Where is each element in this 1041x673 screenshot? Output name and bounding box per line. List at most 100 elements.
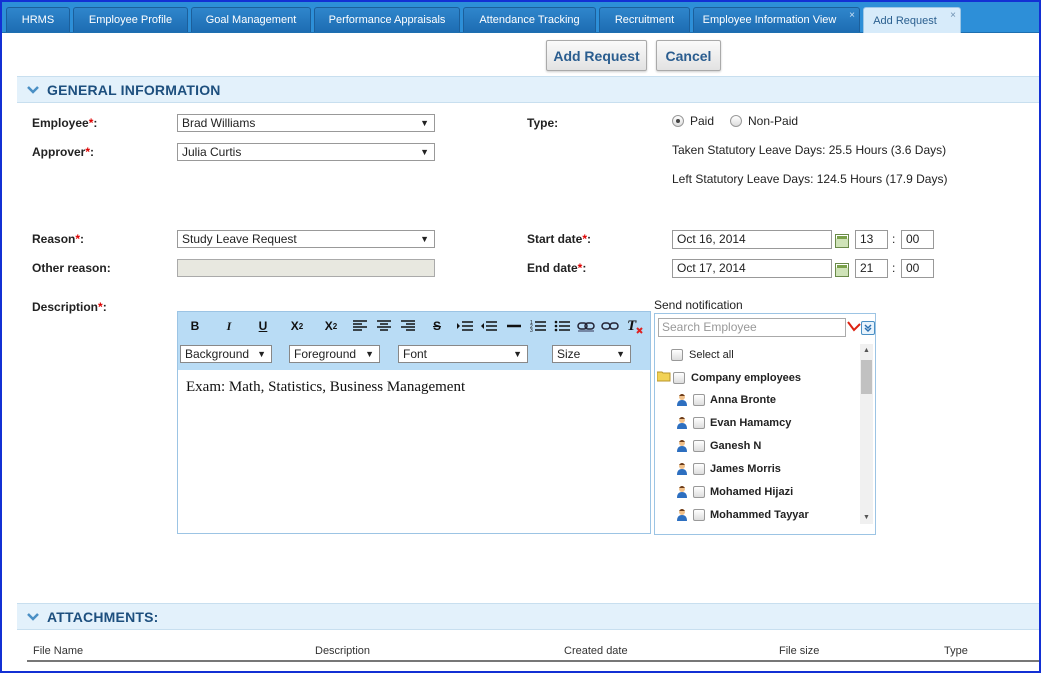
tab-recruitment[interactable]: Recruitment bbox=[599, 7, 690, 32]
clear-formatting-icon[interactable]: T bbox=[625, 317, 645, 335]
subscript-icon[interactable]: X2 bbox=[287, 317, 307, 335]
paid-radio[interactable] bbox=[672, 115, 684, 127]
folder-icon bbox=[656, 370, 671, 385]
group-checkbox[interactable] bbox=[673, 372, 685, 384]
link-icon[interactable] bbox=[576, 317, 596, 335]
superscript-icon[interactable]: X2 bbox=[321, 317, 341, 335]
end-hour-input[interactable]: 21 bbox=[855, 259, 888, 278]
select-all-checkbox[interactable] bbox=[671, 349, 683, 361]
employee-checkbox[interactable] bbox=[693, 394, 705, 406]
scroll-up-icon[interactable]: ▲ bbox=[863, 347, 870, 354]
close-icon[interactable]: × bbox=[950, 10, 956, 21]
tab-bar: HRMS Employee Profile Goal Management Pe… bbox=[2, 2, 1039, 33]
bullet-list-icon[interactable] bbox=[552, 317, 572, 335]
end-date-label: End date*: bbox=[527, 261, 587, 275]
employee-checkbox[interactable] bbox=[693, 486, 705, 498]
approver-select[interactable]: Julia Curtis ▼ bbox=[177, 143, 435, 161]
employee-select[interactable]: Brad Williams ▼ bbox=[177, 114, 435, 132]
horizontal-rule-icon[interactable] bbox=[504, 317, 524, 335]
expand-icon[interactable] bbox=[861, 321, 875, 335]
italic-icon[interactable]: I bbox=[219, 317, 239, 335]
send-notification-label: Send notification bbox=[654, 298, 743, 312]
non-paid-radio-label[interactable]: Non-Paid bbox=[748, 114, 798, 128]
employee-checkbox[interactable] bbox=[693, 417, 705, 429]
tab-label: HRMS bbox=[21, 14, 55, 26]
dropdown-arrow-icon: ▼ bbox=[257, 349, 266, 359]
strikethrough-icon[interactable]: S bbox=[427, 317, 447, 335]
employee-checkbox[interactable] bbox=[693, 463, 705, 475]
indent-icon[interactable] bbox=[455, 317, 475, 335]
font-select[interactable]: Font ▼ bbox=[398, 345, 528, 363]
dropdown-arrow-icon: ▼ bbox=[420, 234, 429, 244]
general-information-header[interactable]: GENERAL INFORMATION bbox=[17, 76, 1039, 103]
start-minute-input[interactable]: 00 bbox=[901, 230, 934, 249]
employee-checkbox[interactable] bbox=[693, 440, 705, 452]
svg-text:T: T bbox=[627, 318, 637, 334]
svg-text:3: 3 bbox=[530, 328, 533, 333]
column-header-file-name[interactable]: File Name bbox=[33, 645, 83, 657]
select-all-label[interactable]: Select all bbox=[689, 349, 734, 361]
size-select[interactable]: Size ▼ bbox=[552, 345, 631, 363]
chevron-down-icon[interactable] bbox=[27, 83, 43, 97]
column-header-created-date[interactable]: Created date bbox=[564, 645, 628, 657]
calendar-icon[interactable] bbox=[835, 263, 849, 277]
employee-checkbox[interactable] bbox=[693, 509, 705, 521]
foreground-select[interactable]: Foreground ▼ bbox=[289, 345, 380, 363]
outdent-icon[interactable] bbox=[479, 317, 499, 335]
cancel-button[interactable]: Cancel bbox=[656, 40, 721, 71]
numbered-list-icon[interactable]: 123 bbox=[528, 317, 548, 335]
tab-employee-profile[interactable]: Employee Profile bbox=[73, 7, 188, 32]
editor-content[interactable]: Exam: Math, Statistics, Business Managem… bbox=[186, 379, 465, 396]
tab-performance-appraisals[interactable]: Performance Appraisals bbox=[314, 7, 460, 32]
background-select[interactable]: Background ▼ bbox=[180, 345, 272, 363]
tab-goal-management[interactable]: Goal Management bbox=[191, 7, 311, 32]
paid-radio-label[interactable]: Paid bbox=[690, 114, 714, 128]
scrollbar-thumb[interactable] bbox=[861, 360, 872, 394]
scrollbar[interactable]: ▲ ▼ bbox=[860, 344, 873, 524]
user-icon bbox=[676, 508, 688, 521]
align-left-icon[interactable] bbox=[350, 317, 370, 335]
bold-icon[interactable]: B bbox=[185, 317, 205, 335]
reason-select[interactable]: Study Leave Request ▼ bbox=[177, 230, 435, 248]
add-request-button[interactable]: Add Request bbox=[546, 40, 647, 71]
user-icon bbox=[676, 393, 688, 406]
align-right-icon[interactable] bbox=[398, 317, 418, 335]
underline-icon[interactable]: U bbox=[253, 317, 273, 335]
description-label: Description*: bbox=[32, 300, 107, 314]
reason-label: Reason*: bbox=[32, 232, 85, 246]
column-header-file-size[interactable]: File size bbox=[779, 645, 819, 657]
notification-panel: Search Employee Select all Company emplo… bbox=[654, 313, 876, 535]
tab-hrms[interactable]: HRMS bbox=[6, 7, 70, 32]
editor-toolbar: B I U X2 X2 S 123 T Background ▼ Foregro… bbox=[178, 312, 650, 370]
unlink-icon[interactable] bbox=[600, 317, 620, 335]
taken-leave-text: Taken Statutory Leave Days: 25.5 Hours (… bbox=[672, 143, 947, 157]
employee-name: Ganesh N bbox=[710, 440, 762, 452]
clear-search-icon[interactable] bbox=[847, 320, 861, 337]
tab-label: Employee Profile bbox=[88, 14, 173, 26]
left-leave-text: Left Statutory Leave Days: 124.5 Hours (… bbox=[672, 172, 948, 186]
align-center-icon[interactable] bbox=[374, 317, 394, 335]
start-hour-input[interactable]: 13 bbox=[855, 230, 888, 249]
select-value: Font bbox=[403, 347, 428, 361]
tab-label: Recruitment bbox=[614, 14, 675, 26]
column-header-description[interactable]: Description bbox=[315, 645, 370, 657]
tab-add-request[interactable]: Add Request × bbox=[863, 7, 961, 33]
column-header-type[interactable]: Type bbox=[944, 645, 968, 657]
start-date-input[interactable]: Oct 16, 2014 bbox=[672, 230, 832, 249]
calendar-icon[interactable] bbox=[835, 234, 849, 248]
tab-attendance-tracking[interactable]: Attendance Tracking bbox=[463, 7, 596, 32]
non-paid-radio[interactable] bbox=[730, 115, 742, 127]
attachments-header[interactable]: ATTACHMENTS: bbox=[17, 603, 1039, 630]
tab-label: Goal Management bbox=[205, 14, 297, 26]
chevron-down-icon[interactable] bbox=[27, 610, 43, 624]
end-date-input[interactable]: Oct 17, 2014 bbox=[672, 259, 832, 278]
employee-name: Mohammed Tayyar bbox=[710, 509, 809, 521]
scroll-down-icon[interactable]: ▼ bbox=[863, 514, 870, 521]
close-icon[interactable]: × bbox=[849, 10, 855, 21]
end-minute-input[interactable]: 00 bbox=[901, 259, 934, 278]
tab-employee-information-view[interactable]: Employee Information View × bbox=[693, 7, 860, 32]
search-employee-input[interactable]: Search Employee bbox=[658, 318, 846, 337]
group-label: Company employees bbox=[691, 372, 802, 384]
other-reason-input[interactable] bbox=[177, 259, 435, 277]
description-editor[interactable]: B I U X2 X2 S 123 T Background ▼ Foregro… bbox=[177, 311, 651, 534]
